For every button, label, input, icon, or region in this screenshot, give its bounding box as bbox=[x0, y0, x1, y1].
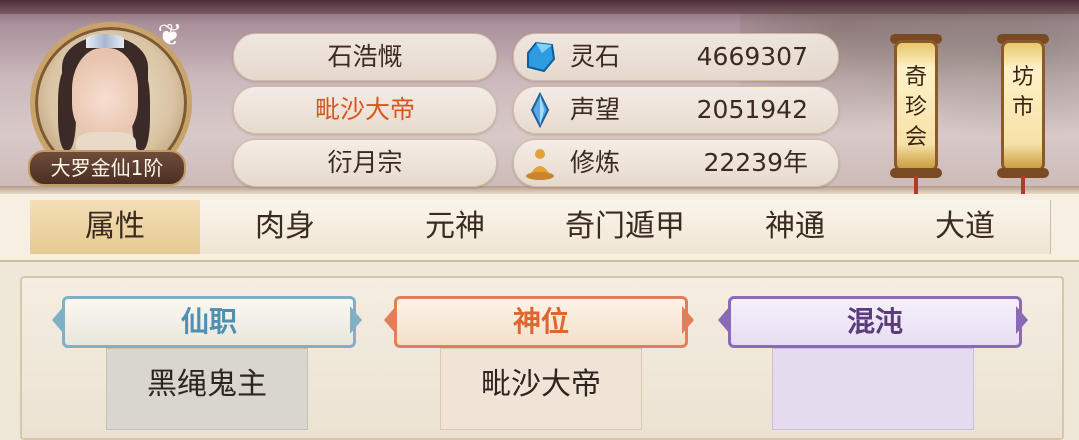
stat-value: 2051942 bbox=[696, 95, 808, 124]
chevron-right-icon bbox=[350, 306, 362, 334]
meditation-icon bbox=[526, 149, 554, 180]
card-value-immortal-post[interactable]: 黑绳鬼主 bbox=[106, 348, 308, 430]
player-title: 毗沙大帝 bbox=[233, 86, 497, 134]
tab-body[interactable]: 肉身 bbox=[200, 200, 371, 254]
scroll-char: 坊 bbox=[1011, 65, 1034, 90]
stat-label: 修炼 bbox=[570, 148, 621, 177]
card-title-chaos: 混沌 bbox=[728, 296, 1022, 348]
tab-qimen-dunjia[interactable]: 奇门遁甲 bbox=[540, 200, 711, 254]
scroll-char: 市 bbox=[1011, 95, 1034, 120]
tassel bbox=[914, 176, 918, 196]
stat-label: 声望 bbox=[570, 95, 621, 124]
scroll-char: 会 bbox=[904, 125, 927, 150]
tab-great-dao[interactable]: 大道 bbox=[880, 200, 1051, 254]
tab-spirit[interactable]: 元神 bbox=[370, 200, 541, 254]
chevron-right-icon bbox=[1016, 306, 1028, 334]
scroll-char: 珍 bbox=[904, 95, 927, 120]
rank-badge: 大罗金仙1阶 bbox=[28, 150, 186, 186]
stat-label: 灵石 bbox=[570, 42, 621, 71]
stat-cultivation: 修炼 22239年 bbox=[513, 139, 839, 187]
avatar-face bbox=[72, 48, 138, 140]
tassel bbox=[1021, 176, 1025, 196]
butterfly-icon: ❦ bbox=[157, 18, 183, 53]
card-value-divine-seat[interactable]: 毗沙大帝 bbox=[440, 348, 642, 430]
tab-attributes[interactable]: 属性 bbox=[30, 200, 201, 254]
card-title-divine-seat: 神位 bbox=[394, 296, 688, 348]
avatar-hairpiece bbox=[86, 34, 124, 48]
prestige-crystal-icon bbox=[530, 92, 550, 128]
stat-value: 4669307 bbox=[696, 42, 808, 71]
player-sect: 衍月宗 bbox=[233, 139, 497, 187]
chevron-right-icon bbox=[682, 306, 694, 334]
tab-divine-powers[interactable]: 神通 bbox=[710, 200, 881, 254]
tab-bar: 属性 肉身 元神 奇门遁甲 神通 大道 bbox=[0, 194, 1079, 262]
scroll-char: 奇 bbox=[904, 65, 927, 90]
player-name: 石浩慨 bbox=[233, 33, 497, 81]
fangshi-button[interactable]: 坊 市 bbox=[1001, 40, 1045, 172]
card-value-chaos[interactable] bbox=[772, 348, 974, 430]
spirit-stone-icon bbox=[527, 41, 556, 73]
stat-prestige: 声望 2051942 bbox=[513, 86, 839, 134]
card-title-immortal-post: 仙职 bbox=[62, 296, 356, 348]
stat-value: 22239年 bbox=[703, 148, 808, 177]
stat-spirit-stone: 灵石 4669307 bbox=[513, 33, 839, 81]
qizhenhui-button[interactable]: 奇 珍 会 bbox=[894, 40, 938, 172]
